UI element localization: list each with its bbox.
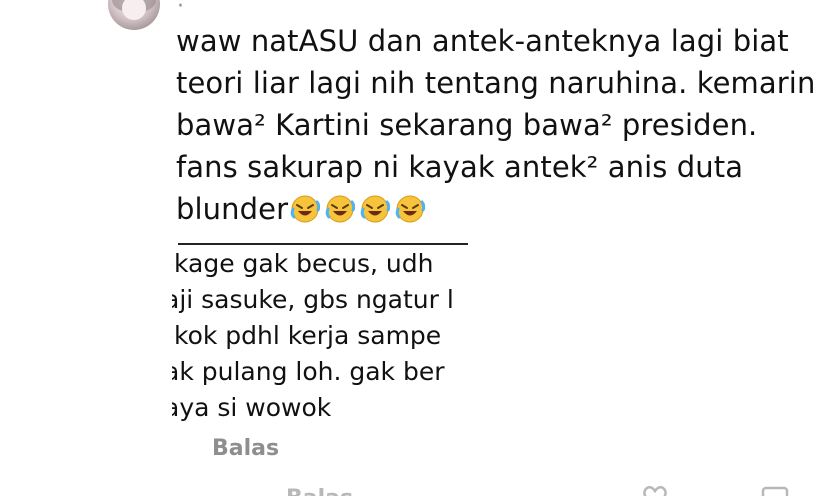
rofl-emoji-icon — [395, 195, 426, 223]
embedded-crop-edge — [470, 240, 480, 432]
embedded-text: ›kage gak becus, udh aji sasuke, gbs nga… — [172, 246, 454, 426]
rofl-emoji-icon — [360, 195, 391, 223]
next-comment-actions: Balas — [0, 484, 828, 496]
comment-line-5-text: blunder — [176, 192, 289, 226]
like-icon[interactable] — [640, 486, 670, 496]
embedded-divider — [178, 243, 468, 245]
avatar-face — [122, 0, 146, 20]
comment-body: waw natASU dan antek-anteknya lagi biat … — [176, 20, 816, 230]
embedded-line-1: ›kage gak becus, udh — [172, 249, 434, 278]
next-reply-label: Balas — [286, 488, 353, 496]
comment-line-3: bawa² Kartini sekarang bawa² presiden. — [176, 108, 758, 142]
embedded-screenshot[interactable]: ›kage gak becus, udh aji sasuke, gbs nga… — [172, 240, 480, 432]
embedded-line-4: ak pulang loh. gak ber — [172, 357, 445, 386]
rofl-emoji-icon — [325, 195, 356, 223]
embedded-line-3: ›kok pdhl kerja sampe — [172, 321, 442, 350]
comment-line-2: teori liar lagi nih tentang naruhina. ke… — [176, 66, 816, 100]
avatar[interactable] — [108, 0, 160, 30]
comment-line-4: fans sakurap ni kayak antek² anis duta — [176, 150, 744, 184]
reply-button[interactable]: Balas — [212, 434, 279, 464]
author-marker: · — [177, 0, 184, 19]
rofl-emoji-icon — [290, 195, 321, 223]
comment-line-5: blunder — [176, 188, 816, 230]
comment-line-1: waw natASU dan antek-anteknya lagi biat — [176, 24, 789, 58]
embedded-line-2: aji sasuke, gbs ngatur l — [172, 285, 454, 314]
comment-thread: · waw natASU dan antek-anteknya lagi bia… — [0, 0, 828, 496]
embedded-line-5: aya si wowok — [172, 393, 332, 422]
emoji-group — [288, 192, 428, 226]
reply-icon[interactable] — [760, 486, 790, 496]
